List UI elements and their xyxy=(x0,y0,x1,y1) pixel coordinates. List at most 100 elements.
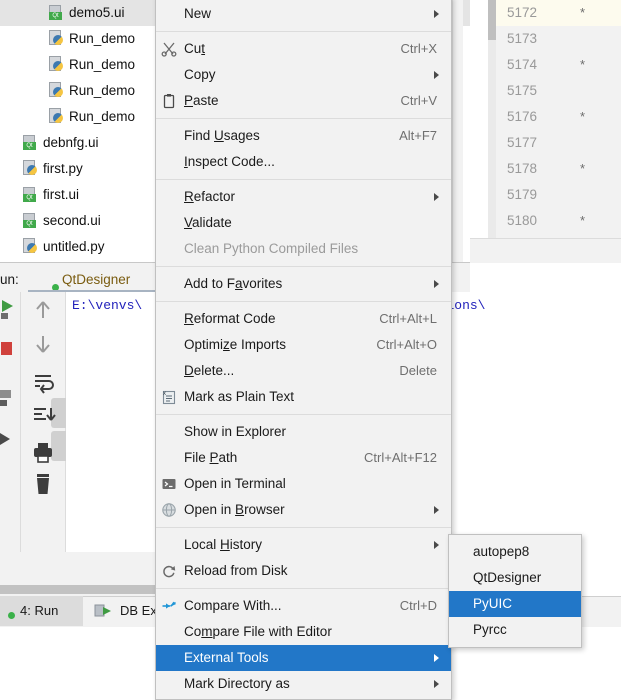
context-menu-item[interactable]: Add to Favorites xyxy=(156,271,451,297)
project-tree-item-label: first.ui xyxy=(43,187,80,202)
line-number: 5173 xyxy=(507,31,538,46)
qt-ui-file-icon xyxy=(48,4,64,20)
context-menu-item-label: Open in Browser xyxy=(184,502,285,517)
context-menu-item[interactable]: Open in Terminal xyxy=(156,471,451,497)
context-menu-item[interactable]: Reload from Disk xyxy=(156,558,451,584)
context-menu-item[interactable]: Mark Directory as xyxy=(156,671,451,697)
context-menu-item-label: Open in Terminal xyxy=(184,476,286,491)
line-modified-marker: * xyxy=(580,5,586,20)
editor-line-row: 5174 * xyxy=(496,52,621,78)
line-modified-marker: * xyxy=(580,161,586,176)
print-icon[interactable] xyxy=(29,438,57,466)
project-tree-item-label: first.py xyxy=(43,161,83,176)
context-menu-item-shortcut: Ctrl+D xyxy=(399,598,437,613)
editor-line-row: 5178 * xyxy=(496,156,621,182)
context-menu-item[interactable]: Find Usages Alt+F7 xyxy=(156,123,451,149)
context-menu-item-label: Refactor xyxy=(184,189,236,204)
clear-all-icon[interactable] xyxy=(29,470,57,498)
editor-line-row: 5179 xyxy=(496,182,621,208)
context-menu-item[interactable]: New xyxy=(156,1,451,27)
menu-separator xyxy=(156,301,451,302)
context-menu-item-shortcut: Ctrl+Alt+L xyxy=(379,311,437,326)
context-menu-item-shortcut: Ctrl+Alt+F12 xyxy=(364,450,437,465)
context-menu-item[interactable]: Compare File with Editor xyxy=(156,619,451,645)
project-tree-item-label: Run_demo xyxy=(69,31,136,46)
context-menu-item[interactable]: Compare With... Ctrl+D xyxy=(156,593,451,619)
scroll-up-icon[interactable] xyxy=(29,296,57,324)
project-tree-item-label: demo5.ui xyxy=(69,5,125,20)
scroll-to-end-icon[interactable] xyxy=(29,401,57,429)
tool-window-tab-run-label: 4: Run xyxy=(20,603,59,618)
run-configuration-tab[interactable]: QtDesigner xyxy=(62,272,130,287)
context-menu-item-label: Compare With... xyxy=(184,598,282,613)
context-menu-item[interactable]: Refactor xyxy=(156,184,451,210)
external-tools-submenu-item-label: PyUIC xyxy=(473,596,513,611)
context-menu-item[interactable]: File Path Ctrl+Alt+F12 xyxy=(156,445,451,471)
expand-icon[interactable] xyxy=(0,426,22,454)
project-tree-item-label: untitled.py xyxy=(43,239,105,254)
context-menu-item-label: External Tools xyxy=(184,650,269,665)
scroll-down-icon[interactable] xyxy=(29,330,57,358)
context-menu-item-label: Paste xyxy=(184,93,219,108)
line-number: 5174 xyxy=(507,57,538,72)
run-tab-status-dot-icon xyxy=(8,612,15,619)
line-number: 5175 xyxy=(507,83,538,98)
run-window-label: un: xyxy=(0,272,19,287)
context-menu-item[interactable]: Validate xyxy=(156,210,451,236)
run-toolbar-primary[interactable] xyxy=(0,292,21,552)
context-menu-item[interactable]: Copy xyxy=(156,62,451,88)
context-menu-item[interactable]: Optimize Imports Ctrl+Alt+O xyxy=(156,332,451,358)
editor-vertical-scrollbar-thumb[interactable] xyxy=(488,0,496,40)
context-menu-item[interactable]: Reformat Code Ctrl+Alt+L xyxy=(156,306,451,332)
context-menu-item-label: Show in Explorer xyxy=(184,424,287,439)
context-menu-item[interactable]: Inspect Code... xyxy=(156,149,451,175)
context-menu-item-label: Delete... xyxy=(184,363,235,378)
menu-separator xyxy=(156,118,451,119)
context-menu-item-label: Copy xyxy=(184,67,216,82)
external-tools-submenu-item[interactable]: autopep8 xyxy=(449,539,581,565)
external-tools-submenu-item[interactable]: PyUIC xyxy=(449,591,581,617)
context-menu-item[interactable]: Delete... Delete xyxy=(156,358,451,384)
qt-ui-file-icon xyxy=(22,186,38,202)
context-menu-item[interactable]: Open in Browser xyxy=(156,497,451,523)
python-run-file-icon xyxy=(48,108,64,124)
context-menu-item-label: Find Usages xyxy=(184,128,260,143)
external-tools-submenu-item-label: QtDesigner xyxy=(473,570,542,585)
project-tree-scrollbar[interactable] xyxy=(452,0,463,262)
python-run-file-icon xyxy=(48,30,64,46)
context-menu-item-label: Local History xyxy=(184,537,263,552)
globe-icon xyxy=(162,503,176,517)
context-menu-item[interactable]: Show in Explorer xyxy=(156,419,451,445)
line-number: 5177 xyxy=(507,135,538,150)
context-menu-item[interactable]: External Tools xyxy=(156,645,451,671)
line-modified-marker: * xyxy=(580,57,586,72)
editor-line-row: 5173 xyxy=(496,26,621,52)
file-context-menu[interactable]: New Cut Ctrl+X Copy Paste Ctrl+V Find Usages Al… xyxy=(155,0,452,700)
qt-ui-file-icon xyxy=(22,134,38,150)
editor-line-row: 5180 * xyxy=(496,208,621,234)
reload-icon xyxy=(163,565,176,578)
external-tools-submenu-item[interactable]: Pyrcc xyxy=(449,617,581,643)
project-tree-item-label: Run_demo xyxy=(69,109,136,124)
editor-line-row: 5175 xyxy=(496,78,621,104)
context-menu-item-shortcut: Ctrl+X xyxy=(400,41,437,56)
line-modified-marker: * xyxy=(580,213,586,228)
context-menu-item[interactable]: x Mark as Plain Text xyxy=(156,384,451,410)
soft-wrap-icon[interactable] xyxy=(29,368,57,396)
scissors-icon xyxy=(161,42,177,57)
python-file-icon xyxy=(22,160,38,176)
external-tools-submenu-item[interactable]: QtDesigner xyxy=(449,565,581,591)
editor-line-row: 5176 * xyxy=(496,104,621,130)
line-number: 5176 xyxy=(507,109,538,124)
context-menu-item-label: Reload from Disk xyxy=(184,563,288,578)
context-menu-item-label: Inspect Code... xyxy=(184,154,275,169)
context-menu-item[interactable]: Local History xyxy=(156,532,451,558)
context-menu-item: Clean Python Compiled Files xyxy=(156,236,451,262)
context-menu-item-label: Mark Directory as xyxy=(184,676,290,691)
run-toolbar-secondary[interactable] xyxy=(21,292,86,552)
context-menu-item[interactable]: Paste Ctrl+V xyxy=(156,88,451,114)
context-menu-item-label: Reformat Code xyxy=(184,311,276,326)
context-menu-item[interactable]: Cut Ctrl+X xyxy=(156,36,451,62)
context-menu-item-label: New xyxy=(184,6,212,21)
external-tools-submenu[interactable]: autopep8 QtDesigner PyUIC Pyrcc xyxy=(448,534,582,648)
